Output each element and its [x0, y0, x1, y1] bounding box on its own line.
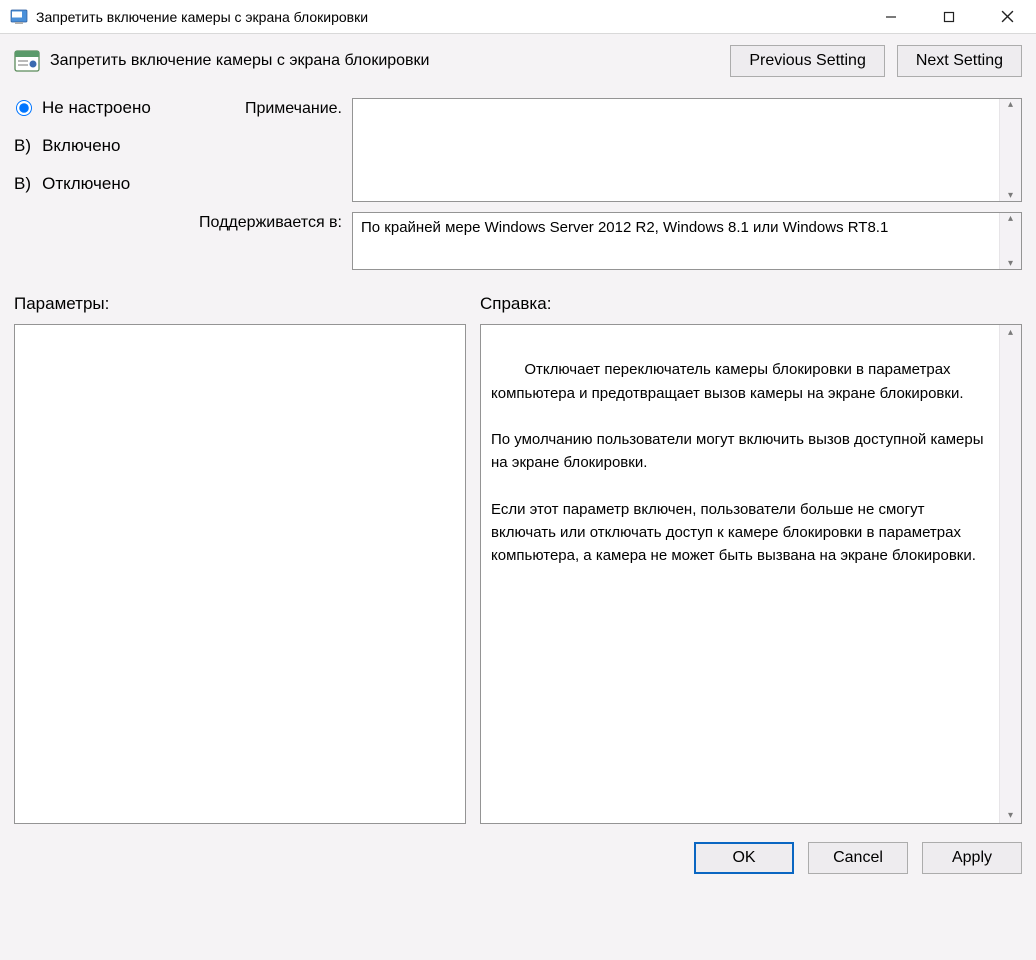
next-setting-button[interactable]: Next Setting	[897, 45, 1022, 77]
previous-setting-button[interactable]: Previous Setting	[730, 45, 885, 77]
parameters-panel	[14, 324, 466, 824]
radio-enabled-label: Включено	[42, 136, 120, 156]
dialog-footer: OK Cancel Apply	[14, 824, 1022, 874]
comment-label: Примечание.	[198, 98, 346, 202]
scroll-down-icon[interactable]: ▾	[1008, 258, 1013, 269]
cancel-button[interactable]: Cancel	[808, 842, 908, 874]
help-label: Справка:	[480, 294, 1022, 314]
help-panel: Отключает переключатель камеры блокировк…	[480, 324, 1022, 824]
comment-input[interactable]: ▴ ▾	[352, 98, 1022, 202]
policy-name-label: Запретить включение камеры с экрана блок…	[50, 52, 730, 70]
comment-scrollbar[interactable]: ▴ ▾	[999, 99, 1021, 201]
ok-button[interactable]: OK	[694, 842, 794, 874]
radio-disabled-prefix: В)	[14, 174, 36, 194]
parameters-label: Параметры:	[14, 294, 466, 314]
policy-icon	[10, 8, 28, 26]
titlebar: Запретить включение камеры с экрана блок…	[0, 0, 1036, 34]
scroll-down-icon[interactable]: ▾	[1008, 190, 1013, 201]
minimize-button[interactable]	[862, 0, 920, 34]
supported-on-box: По крайней мере Windows Server 2012 R2, …	[352, 212, 1022, 270]
close-button[interactable]	[978, 0, 1036, 34]
scroll-up-icon[interactable]: ▴	[1008, 99, 1013, 110]
toolbar: Запретить включение камеры с экрана блок…	[0, 34, 1036, 84]
policy-setting-icon	[14, 48, 40, 74]
radio-not-configured[interactable]: Не настроено	[14, 98, 192, 118]
scroll-up-icon[interactable]: ▴	[1008, 325, 1013, 341]
supported-scrollbar[interactable]: ▴ ▾	[999, 213, 1021, 269]
policy-editor-window: Запретить включение камеры с экрана блок…	[0, 0, 1036, 960]
radio-disabled-label: Отключено	[42, 174, 130, 194]
maximize-button[interactable]	[920, 0, 978, 34]
window-title: Запретить включение камеры с экрана блок…	[36, 0, 862, 34]
state-radio-group: Не настроено В) Включено В) Отключено	[14, 98, 192, 270]
radio-not-configured-input[interactable]	[16, 100, 32, 116]
scroll-up-icon[interactable]: ▴	[1008, 213, 1013, 224]
radio-enabled[interactable]: В) Включено	[14, 136, 192, 156]
radio-enabled-prefix: В)	[14, 136, 36, 156]
radio-not-configured-label: Не настроено	[42, 98, 151, 118]
dialog-body: Не настроено В) Включено В) Отключено Пр…	[0, 84, 1036, 960]
radio-disabled[interactable]: В) Отключено	[14, 174, 192, 194]
scroll-down-icon[interactable]: ▾	[1008, 808, 1013, 824]
supported-on-label: Поддерживается в:	[198, 212, 346, 270]
supported-on-value: По крайней мере Windows Server 2012 R2, …	[361, 219, 888, 236]
help-text: Отключает переключатель камеры блокировк…	[491, 361, 988, 564]
apply-button[interactable]: Apply	[922, 842, 1022, 874]
help-scrollbar[interactable]: ▴ ▾	[999, 325, 1021, 823]
